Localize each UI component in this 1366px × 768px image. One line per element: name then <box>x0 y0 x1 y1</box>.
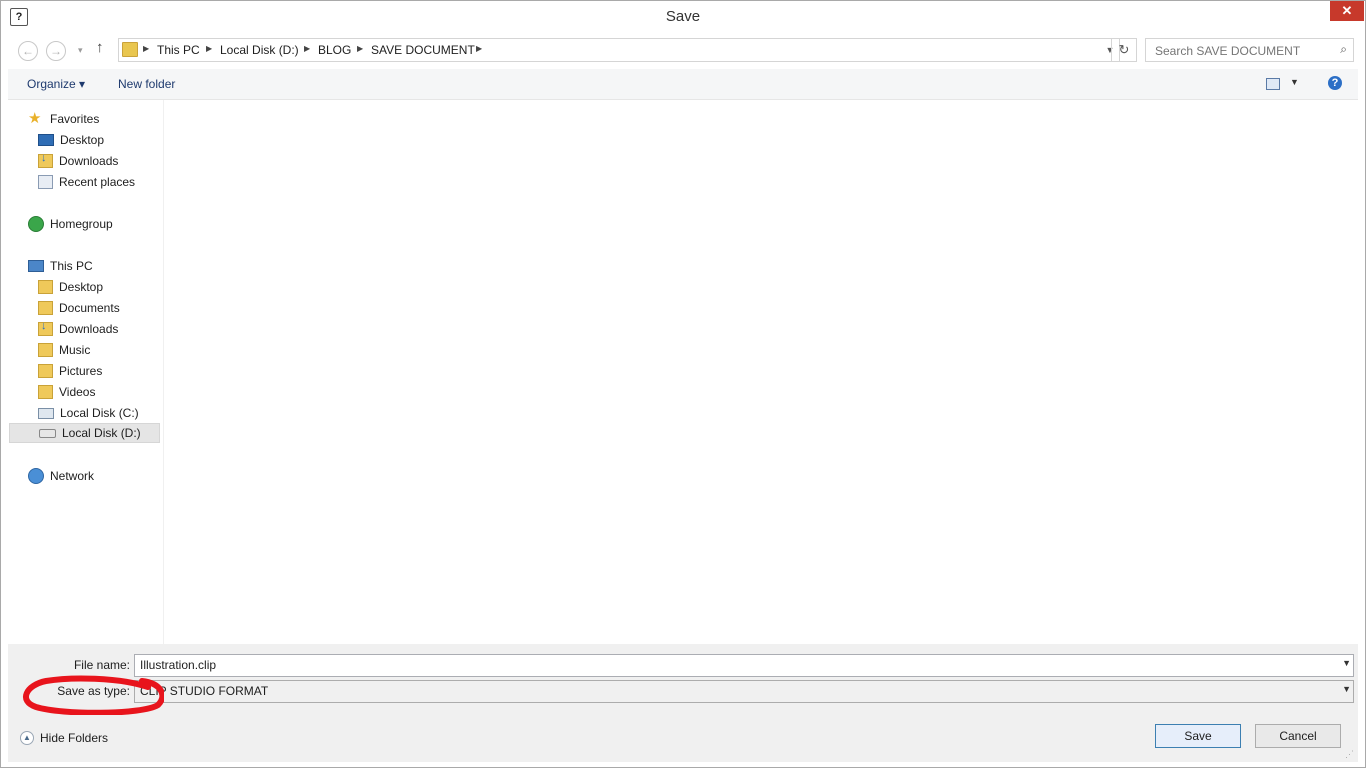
window-title: Save <box>665 8 701 25</box>
toolbar: Organize ▾ New folder ▼ ? <box>8 69 1358 100</box>
close-button[interactable]: ✕ <box>1330 1 1364 21</box>
back-button[interactable]: ← <box>18 41 38 61</box>
chevron-down-icon[interactable]: ▼ <box>1290 77 1299 87</box>
forward-button[interactable]: → <box>46 41 66 61</box>
folder-icon <box>38 343 53 357</box>
navigation-pane: ★ Favorites Desktop Downloads Recent plac… <box>8 100 164 644</box>
nav-pc-documents[interactable]: Documents <box>38 298 120 318</box>
save-options-panel: File name: Illustration.clip ▼ Save as t… <box>8 644 1358 762</box>
breadcrumb-local-disk-d[interactable]: Local Disk (D:) <box>220 43 299 57</box>
nav-label: Desktop <box>60 133 105 147</box>
file-name-value: Illustration.clip <box>140 658 217 672</box>
file-name-label: File name: <box>73 658 130 672</box>
nav-label: Network <box>50 469 95 483</box>
nav-label: Pictures <box>59 364 103 378</box>
nav-favorites[interactable]: ★ Favorites <box>28 109 99 129</box>
nav-label: Recent places <box>59 175 136 189</box>
nav-label: Documents <box>59 301 120 315</box>
homegroup-icon <box>28 216 44 232</box>
nav-label: Music <box>59 343 91 357</box>
search-box[interactable]: ⌕ <box>1145 38 1354 62</box>
save-type-label: Save as type: <box>57 684 130 698</box>
view-options-icon[interactable] <box>1266 78 1280 90</box>
folder-icon <box>38 385 53 399</box>
nav-label: Downloads <box>59 154 119 168</box>
nav-favorites-recent-places[interactable]: Recent places <box>38 172 135 192</box>
breadcrumb-blog[interactable]: BLOG <box>318 43 351 57</box>
chevron-right-icon: ▶ <box>143 44 150 53</box>
desktop-icon <box>38 134 54 146</box>
nav-label: Local Disk (D:) <box>62 426 141 440</box>
folder-icon <box>38 364 53 378</box>
chevron-down-icon[interactable]: ▼ <box>1342 684 1351 694</box>
star-icon: ★ <box>28 110 42 127</box>
hide-folders-label: Hide Folders <box>40 731 109 745</box>
resize-grip-icon[interactable]: ⋰ <box>1345 749 1354 760</box>
nav-pc-downloads[interactable]: Downloads <box>38 319 118 339</box>
breadcrumb-save-document[interactable]: SAVE DOCUMENT <box>371 43 475 57</box>
drive-icon <box>39 428 56 438</box>
downloads-folder-icon <box>38 152 53 168</box>
nav-pc-videos[interactable]: Videos <box>38 382 95 402</box>
new-folder-button[interactable]: New folder <box>118 77 175 91</box>
nav-pc-local-disk-d[interactable]: Local Disk (D:) <box>9 423 160 443</box>
nav-network[interactable]: Network <box>28 466 94 486</box>
recent-locations-dropdown[interactable]: ▾ <box>78 41 83 59</box>
save-button[interactable]: Save <box>1155 724 1241 748</box>
chevron-right-icon: ▶ <box>357 44 364 53</box>
chevron-up-icon: ▲ <box>20 731 34 745</box>
file-list[interactable] <box>164 100 1358 644</box>
nav-label: Videos <box>59 385 96 399</box>
save-dialog: ? Save ✕ ← → ▾ ↑ ▶ This PC ▶ Local Disk … <box>0 0 1366 768</box>
nav-label: Favorites <box>50 112 100 126</box>
hide-folders-toggle[interactable]: ▲ Hide Folders <box>20 731 108 745</box>
breadcrumb-this-pc[interactable]: This PC <box>157 43 200 57</box>
nav-label: Desktop <box>59 280 104 294</box>
nav-favorites-downloads[interactable]: Downloads <box>38 151 118 171</box>
nav-label: Homegroup <box>50 217 113 231</box>
recent-places-icon <box>38 175 53 189</box>
up-button[interactable]: ↑ <box>96 39 104 56</box>
nav-favorites-desktop[interactable]: Desktop <box>38 130 104 150</box>
organize-button[interactable]: Organize ▾ <box>27 77 85 91</box>
nav-pc-pictures[interactable]: Pictures <box>38 361 102 381</box>
folder-icon <box>38 280 53 294</box>
nav-label: Local Disk (C:) <box>60 406 139 420</box>
nav-pc-desktop[interactable]: Desktop <box>38 277 103 297</box>
navigation-bar: ← → ▾ ↑ ▶ This PC ▶ Local Disk (D:) ▶ BL… <box>8 33 1358 67</box>
chevron-right-icon: ▶ <box>304 44 311 53</box>
address-bar[interactable]: ▶ This PC ▶ Local Disk (D:) ▶ BLOG ▶ SAV… <box>118 38 1120 62</box>
save-type-select[interactable]: CLIP STUDIO FORMAT ▼ <box>134 680 1354 703</box>
nav-label: Downloads <box>59 322 119 336</box>
system-drive-icon <box>38 407 54 419</box>
folder-icon <box>122 42 138 57</box>
search-icon[interactable]: ⌕ <box>1340 42 1347 57</box>
save-type-value: CLIP STUDIO FORMAT <box>140 684 269 698</box>
chevron-right-icon: ▶ <box>476 44 483 53</box>
file-name-field[interactable]: Illustration.clip ▼ <box>134 654 1354 677</box>
nav-label: This PC <box>50 259 93 273</box>
computer-icon <box>28 260 44 272</box>
chevron-right-icon: ▶ <box>206 44 213 53</box>
chevron-down-icon[interactable]: ▼ <box>1342 658 1351 668</box>
nav-pc-local-disk-c[interactable]: Local Disk (C:) <box>38 403 139 423</box>
downloads-folder-icon <box>38 320 53 336</box>
help-icon[interactable]: ? <box>1328 76 1342 90</box>
nav-this-pc[interactable]: This PC <box>28 256 93 276</box>
title-bar: ? Save ✕ <box>1 1 1365 31</box>
nav-pc-music[interactable]: Music <box>38 340 90 360</box>
cancel-button[interactable]: Cancel <box>1255 724 1341 748</box>
search-input[interactable] <box>1153 41 1327 61</box>
network-icon <box>28 468 44 484</box>
folder-icon <box>38 301 53 315</box>
nav-homegroup[interactable]: Homegroup <box>28 214 113 234</box>
refresh-button[interactable]: ↻ <box>1111 38 1137 62</box>
